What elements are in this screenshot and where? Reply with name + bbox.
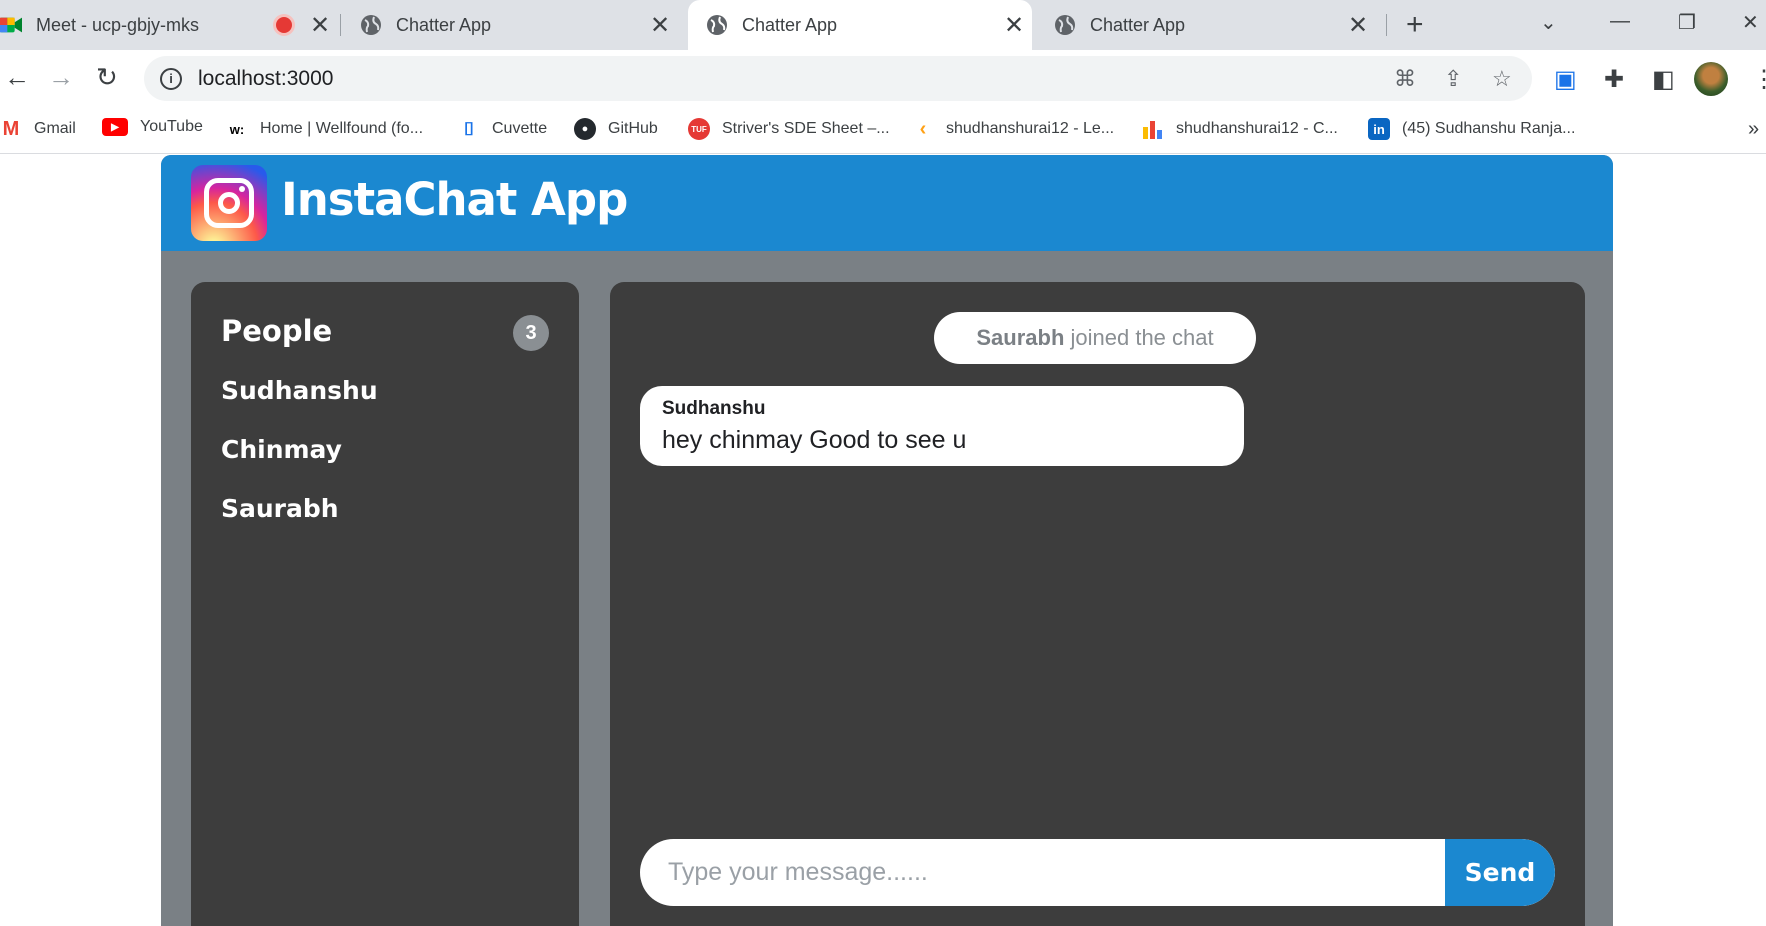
bookmark-label: Cuvette (492, 120, 548, 137)
translate-icon[interactable]: ⌘ (1394, 66, 1416, 92)
person-item[interactable]: Sudhanshu (221, 376, 378, 405)
bookmark-label: shudhanshurai12 - C... (1176, 120, 1338, 137)
share-icon[interactable]: ⇪ (1444, 66, 1462, 92)
message-author: Sudhanshu (662, 398, 766, 419)
tab-separator (340, 14, 341, 36)
close-window-icon[interactable]: ✕ (1742, 10, 1759, 35)
people-heading: People (221, 314, 333, 348)
bookmark-label: GitHub (608, 120, 658, 137)
people-count-badge: 3 (513, 315, 549, 351)
leetcode-icon: ‹ (919, 117, 927, 140)
close-tab-icon[interactable]: ✕ (1004, 11, 1024, 40)
site-info-icon[interactable]: i (160, 67, 182, 90)
bookmark-label: (45) Sudhanshu Ranja... (1402, 120, 1576, 137)
bookmark-label: YouTube (140, 118, 203, 135)
tab-chatter-2-active[interactable]: Chatter App ✕ (688, 0, 1032, 50)
close-tab-icon[interactable]: ✕ (1348, 11, 1368, 40)
tab-title: Chatter App (396, 14, 492, 35)
bookmark-gmail[interactable]: M Gmail (0, 118, 76, 140)
tab-title: Chatter App (742, 14, 838, 35)
tab-chatter-3[interactable]: Chatter App ✕ (1036, 0, 1376, 50)
address-bar[interactable]: i localhost:3000 ⌘ ⇪ ☆ (144, 56, 1532, 101)
tab-chatter-1[interactable]: Chatter App ✕ (342, 0, 682, 50)
bookmark-label: Striver's SDE Sheet –... (722, 120, 890, 137)
bookmark-label: Gmail (34, 120, 76, 137)
chat-panel: Saurabh joined the chat Sudhanshu hey ch… (610, 282, 1585, 926)
browser-toolbar: ← → ↻ i localhost:3000 ⌘ ⇪ ☆ ▣ ✚ ◧ ⋮ (0, 50, 1766, 108)
tab-separator (1386, 14, 1387, 36)
back-arrow-icon[interactable]: ← (4, 62, 30, 93)
screen-cast-icon[interactable]: ▣ (1554, 65, 1577, 94)
app-title: InstaChat App (281, 173, 628, 226)
globe-icon (1054, 14, 1076, 36)
joined-user-name: Saurabh (976, 325, 1065, 350)
bookmark-label: Home | Wellfound (fo... (260, 120, 424, 137)
google-meet-icon (0, 14, 22, 36)
bar-chart-icon (1142, 118, 1164, 140)
forward-arrow-icon[interactable]: → (48, 62, 74, 93)
more-bookmarks-chevron-icon[interactable]: » (1748, 118, 1759, 141)
bookmark-striver[interactable]: TUF Striver's SDE Sheet –... (688, 118, 890, 140)
person-item[interactable]: Chinmay (221, 435, 342, 464)
send-button[interactable]: Send (1445, 839, 1555, 906)
url-text[interactable]: localhost:3000 (198, 67, 333, 91)
bookmark-label: shudhanshurai12 - Le... (946, 120, 1115, 137)
bookmark-youtube[interactable]: ▶ YouTube (102, 118, 203, 136)
bookmark-codechef[interactable]: shudhanshurai12 - C... (1142, 118, 1338, 140)
reload-icon[interactable]: ↻ (96, 62, 118, 93)
instagram-logo-icon (191, 165, 267, 241)
message-input[interactable] (640, 839, 1442, 906)
extensions-puzzle-icon[interactable]: ✚ (1604, 65, 1624, 94)
system-join-message: Saurabh joined the chat (934, 312, 1256, 364)
side-panel-icon[interactable]: ◧ (1652, 65, 1675, 94)
bookmark-linkedin[interactable]: in (45) Sudhanshu Ranja... (1368, 118, 1575, 140)
globe-icon (360, 14, 382, 36)
bookmark-star-icon[interactable]: ☆ (1492, 66, 1512, 92)
chat-message: Sudhanshu hey chinmay Good to see u (640, 386, 1244, 466)
tab-strip: Meet - ucp-gbjy-mks ✕ Chatter App ✕ Chat… (0, 0, 1766, 50)
bookmarks-bar: M Gmail ▶ YouTube w: Home | Wellfound (f… (0, 108, 1766, 154)
joined-text: joined the chat (1064, 325, 1214, 350)
close-tab-icon[interactable]: ✕ (310, 11, 330, 40)
tab-title: Chatter App (1090, 14, 1186, 35)
wellfound-icon: w: (229, 121, 245, 137)
cuvette-icon: ⌷ (463, 118, 475, 139)
recording-indicator-icon (276, 17, 292, 33)
github-icon: ● (574, 118, 596, 140)
gmail-icon: M (2, 117, 20, 140)
profile-avatar[interactable] (1694, 62, 1728, 96)
chat-app: InstaChat App People 3 Sudhanshu Chinmay… (161, 155, 1613, 926)
minimize-icon[interactable]: — (1610, 10, 1630, 33)
tab-title: Meet - ucp-gbjy-mks (36, 14, 200, 35)
bookmark-leetcode[interactable]: ‹ shudhanshurai12 - Le... (912, 118, 1114, 140)
people-panel: People 3 Sudhanshu Chinmay Saurabh (191, 282, 579, 926)
linkedin-icon: in (1368, 118, 1390, 140)
tab-search-chevron-icon[interactable]: ⌄ (1540, 10, 1557, 35)
close-tab-icon[interactable]: ✕ (650, 11, 670, 40)
message-text: hey chinmay Good to see u (662, 426, 967, 454)
bookmark-wellfound[interactable]: w: Home | Wellfound (fo... (226, 118, 423, 140)
person-item[interactable]: Saurabh (221, 494, 339, 523)
app-header: InstaChat App (161, 155, 1613, 251)
bookmark-github[interactable]: ● GitHub (574, 118, 658, 140)
browser-menu-icon[interactable]: ⋮ (1752, 65, 1766, 94)
tab-meet[interactable]: Meet - ucp-gbjy-mks ✕ (0, 0, 340, 50)
globe-icon (706, 14, 728, 36)
message-composer: Send (640, 839, 1555, 906)
restore-window-icon[interactable]: ❐ (1678, 10, 1696, 35)
new-tab-plus-icon[interactable]: + (1406, 8, 1424, 42)
takeuforward-icon: TUF (688, 118, 710, 140)
youtube-icon: ▶ (102, 118, 128, 136)
bookmark-cuvette[interactable]: ⌷ Cuvette (458, 118, 548, 140)
